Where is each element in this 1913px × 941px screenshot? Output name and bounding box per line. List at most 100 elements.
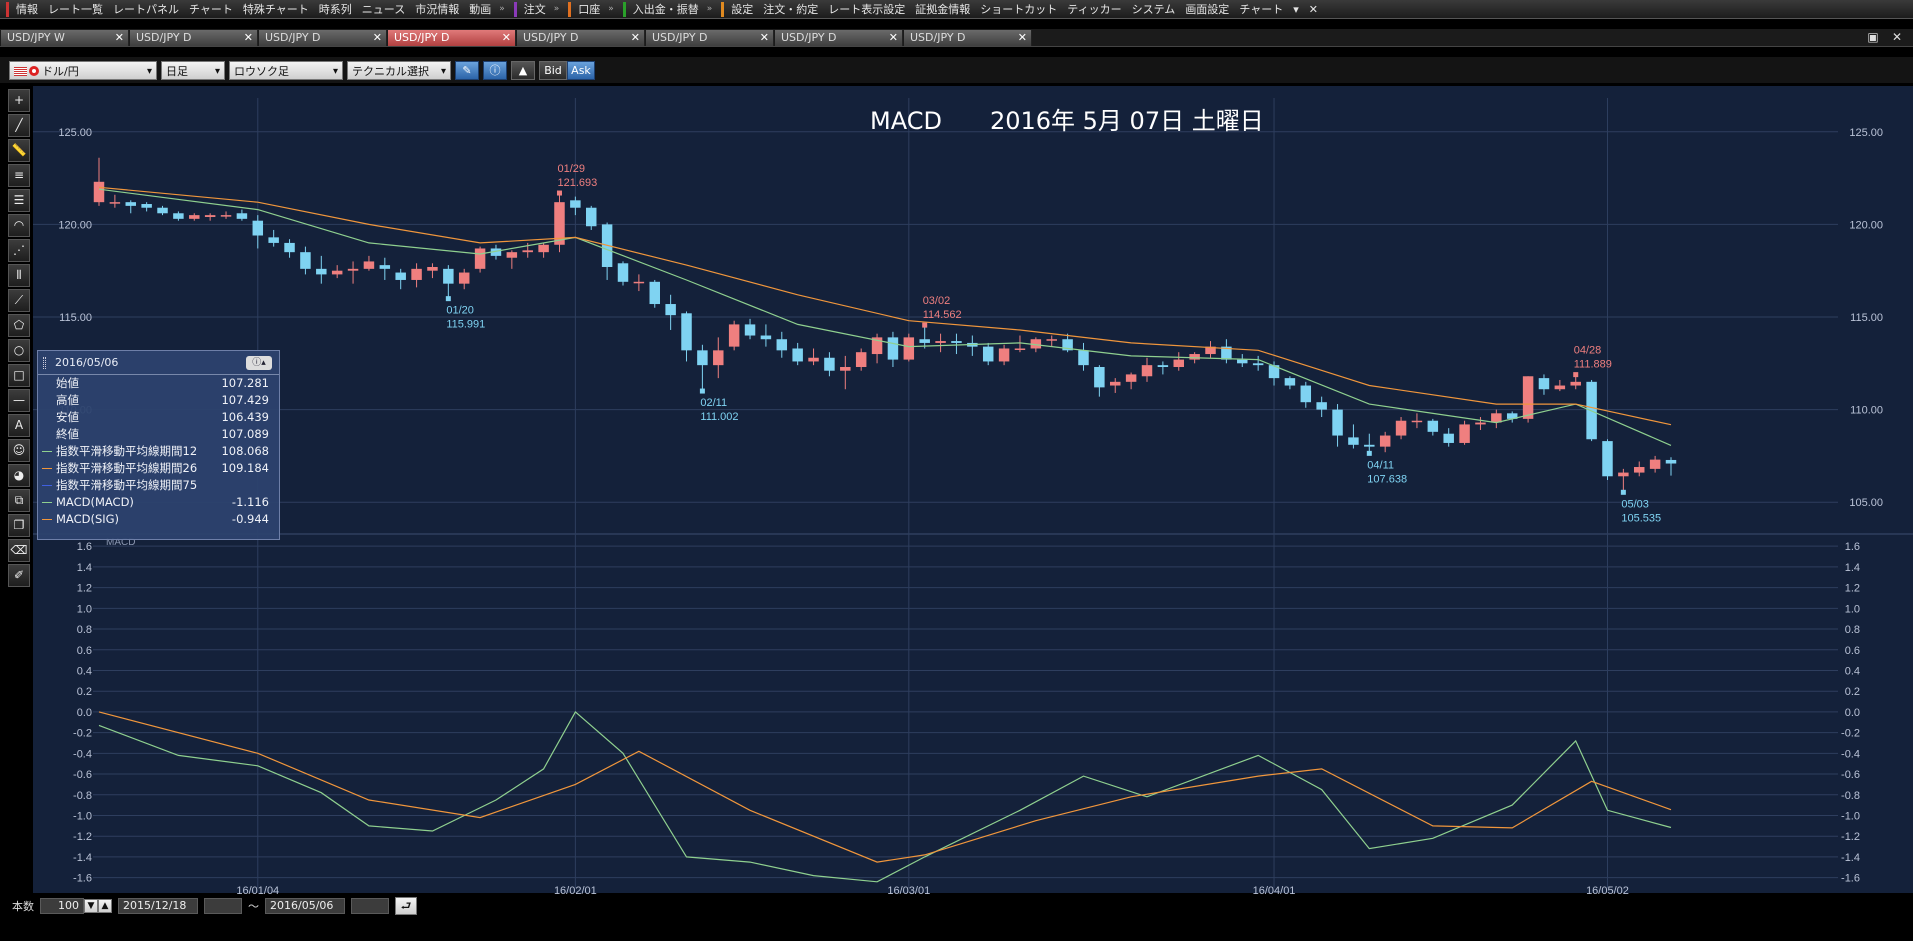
info-row: MACD(MACD) -1.116 (38, 494, 279, 511)
crosshair-icon[interactable]: + (8, 89, 30, 112)
trendline-icon[interactable]: ╱ (8, 114, 30, 137)
menu-item[interactable]: 設定 (726, 0, 758, 18)
pentagon-icon[interactable]: ⬠ (8, 314, 30, 337)
tab-close-icon[interactable]: ✕ (1018, 30, 1027, 46)
gann-fan-icon[interactable]: ⟋ (8, 289, 30, 312)
drag-grip-icon[interactable] (43, 357, 46, 369)
menu-item[interactable]: 注文・約定 (758, 0, 823, 18)
menu-item[interactable]: チャート (184, 0, 238, 18)
info-panel-header[interactable]: 2016/05/06 ⓘ▴ (38, 351, 279, 375)
tab-close-icon[interactable]: ✕ (889, 30, 898, 46)
menu-item[interactable]: 時系列 (314, 0, 357, 18)
vertical-lines-icon[interactable]: ⦀ (8, 264, 30, 287)
info-row: 指数平滑移動平均線期間26 109.184 (38, 460, 279, 477)
menu-item[interactable]: システム (1127, 0, 1181, 18)
menu-item[interactable]: 動画 (464, 0, 496, 18)
menu-item[interactable]: レートパネル (108, 0, 184, 18)
collapse-button[interactable]: ⓘ▴ (246, 356, 272, 370)
chart-tab[interactable]: USD/JPY D ✕ (259, 30, 387, 46)
ruler-icon[interactable]: 📏 (8, 139, 30, 162)
tab-close-icon[interactable]: ✕ (631, 30, 640, 46)
menu-item[interactable]: 入出金・振替 (628, 0, 704, 18)
chart-tab[interactable]: USD/JPY D ✕ (775, 30, 903, 46)
horizontal-line-icon[interactable]: — (8, 389, 30, 412)
menu-close-icon[interactable]: ✕ (1304, 0, 1323, 18)
date-from-input[interactable]: 2015/12/18 (118, 898, 198, 914)
tab-label: USD/JPY D (652, 31, 708, 44)
info-label: 始値 (56, 376, 79, 390)
menu-item[interactable]: ティッカー (1062, 0, 1126, 18)
tab-close-icon[interactable]: ✕ (760, 30, 769, 46)
tab-close-icon[interactable]: ✕ (502, 30, 511, 46)
date-to-time-input[interactable] (351, 898, 389, 914)
currency-pair-select[interactable]: ドル/円 (9, 60, 157, 81)
menu-item[interactable]: 口座 (573, 0, 605, 18)
series-swatch (42, 468, 52, 469)
menu-item[interactable]: 注文 (519, 0, 551, 18)
menu-item[interactable]: レート一覧 (43, 0, 108, 18)
status-bar: 本数 100 ▼ ▲ 2015/12/18 ～ 2016/05/06 ⮐ (0, 896, 1913, 916)
tab-label: USD/JPY D (136, 31, 192, 44)
technical-select[interactable]: テクニカル選択 (347, 60, 451, 81)
info-value: -1.116 (231, 495, 269, 509)
menu-item[interactable]: ショートカット (975, 0, 1062, 18)
circle-icon[interactable]: ○ (8, 339, 30, 362)
bar-count-input[interactable]: 100 (40, 898, 84, 914)
menu-group-separator (6, 1, 9, 17)
emoji-icon[interactable]: ☺ (8, 439, 30, 462)
volume-button[interactable]: ▲ (511, 60, 535, 80)
info-row: 指数平滑移動平均線期間12 108.068 (38, 443, 279, 460)
ask-button[interactable]: Ask (567, 60, 595, 80)
tab-close-icon[interactable]: ✕ (373, 30, 382, 46)
menu-item[interactable]: 特殊チャート (238, 0, 314, 18)
bid-button[interactable]: Bid (539, 60, 567, 80)
menu-item[interactable]: 市況情報 (410, 0, 464, 18)
rectangle-icon[interactable]: □ (8, 364, 30, 387)
info-icon: ⓘ▴ (252, 358, 266, 368)
info-value: 106.439 (221, 410, 269, 424)
chart-tab[interactable]: USD/JPY D ✕ (388, 30, 516, 46)
menu-item[interactable]: 証拠金情報 (910, 0, 975, 18)
chart-tab[interactable]: USD/JPY D ✕ (646, 30, 774, 46)
draw-pen-button[interactable]: ✎ (455, 60, 479, 80)
ohlc-info-panel[interactable]: 2016/05/06 ⓘ▴ 始値 107.281 高値 107.429 安値 106.43… (37, 350, 280, 540)
info-icon: ⓘ (489, 63, 501, 77)
horizontal-lines-icon[interactable]: ≡ (8, 164, 30, 187)
tab-close-icon[interactable]: ✕ (244, 30, 253, 46)
maximize-icon[interactable]: ▣ (1865, 30, 1881, 45)
date-to-input[interactable]: 2016/05/06 (265, 898, 345, 914)
copy-icon[interactable]: ⧉ (8, 489, 30, 512)
series-swatch (42, 485, 52, 486)
refresh-button[interactable]: ⮐ (395, 897, 417, 915)
tab-close-icon[interactable]: ✕ (115, 30, 124, 46)
chart-tab[interactable]: USD/JPY W ✕ (1, 30, 129, 46)
eraser-icon[interactable]: ⌫ (8, 539, 30, 562)
menu-item[interactable]: レート表示設定 (823, 0, 910, 18)
palette-icon[interactable]: ◕ (8, 464, 30, 487)
chart-type-select[interactable]: ロウソク足 (229, 60, 343, 81)
close-icon[interactable]: ✕ (1889, 30, 1905, 45)
menu-group-separator (622, 1, 626, 17)
chart-area-icon: ▲ (518, 63, 528, 77)
series-swatch (42, 519, 52, 520)
fibonacci-arc-icon[interactable]: ◠ (8, 214, 30, 237)
fan-lines-icon[interactable]: ⋰ (8, 239, 30, 262)
menu-item[interactable]: ニュース (357, 0, 410, 18)
period-select[interactable]: 日足 (161, 60, 225, 81)
menu-item[interactable]: チャート (1234, 0, 1288, 18)
menu-item[interactable]: 情報 (11, 0, 43, 18)
text-icon[interactable]: A (8, 414, 30, 437)
info-button[interactable]: ⓘ (483, 60, 507, 80)
menu-group-separator (513, 1, 517, 17)
count-down-icon[interactable]: ▼ (84, 899, 98, 913)
date-from-time-input[interactable] (204, 898, 242, 914)
fibonacci-lines-icon[interactable]: ☰ (8, 189, 30, 212)
eraser-all-icon[interactable]: ✐ (8, 564, 30, 587)
chart-tab[interactable]: USD/JPY D ✕ (904, 30, 1032, 46)
menu-dropdown-icon[interactable]: ▾ (1288, 0, 1304, 18)
layers-icon[interactable]: ❐ (8, 514, 30, 537)
chart-tab[interactable]: USD/JPY D ✕ (130, 30, 258, 46)
menu-item[interactable]: 画面設定 (1180, 0, 1234, 18)
chart-tab[interactable]: USD/JPY D ✕ (517, 30, 645, 46)
count-up-icon[interactable]: ▲ (98, 899, 112, 913)
